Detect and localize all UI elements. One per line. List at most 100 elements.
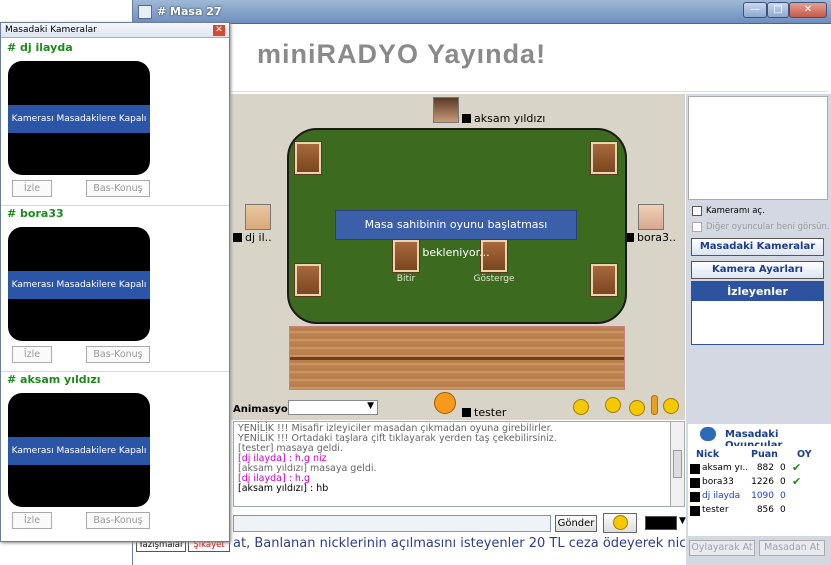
text-color-swatch[interactable]	[645, 516, 677, 530]
player-avatar-top[interactable]	[433, 97, 459, 123]
announcement-ticker: at, Banlanan nicklerinin açılmasını iste…	[233, 536, 685, 551]
banner-text: miniRADYO Yayında!	[257, 39, 547, 69]
watchers-list[interactable]: İzleyenler	[691, 281, 824, 345]
tile-top-right[interactable]	[590, 141, 618, 175]
chat-line: [aksam yıldızı] : hb	[238, 483, 329, 494]
camera-section: # aksam yıldızı Kamerası Masadakilere Ka…	[4, 373, 226, 539]
push-to-talk-button[interactable]: Bas-Konuş	[86, 512, 150, 529]
play-area: aksam yıldızı dj il.. bora3.. Bitir Göst…	[231, 94, 685, 420]
hand-emoji-icon[interactable]	[663, 398, 679, 414]
chevron-down-icon[interactable]: ▼	[679, 516, 686, 526]
col-oy: OY	[797, 449, 812, 460]
window-title: # Masa 27	[157, 5, 222, 18]
tile-rack[interactable]	[289, 326, 625, 390]
player-avatar-left[interactable]	[245, 204, 271, 230]
camera-view: Kamerası Masadakilere Kapalı	[8, 227, 150, 341]
tile-bottom-right[interactable]	[590, 263, 618, 297]
bitir-label: Bitir	[396, 274, 416, 284]
animation-select[interactable]: ▼	[288, 400, 378, 415]
radio-banner: miniRADYO Yayında!	[231, 26, 828, 92]
camera-view: Kamerası Masadakilere Kapalı	[8, 393, 150, 507]
col-puan: Puan	[751, 449, 778, 460]
chat-input[interactable]	[233, 515, 551, 532]
player-avatar-right[interactable]	[638, 204, 664, 230]
right-panel: Kameramı aç. Diğer oyuncular beni görsün…	[686, 94, 831, 565]
scroll-thumb[interactable]	[673, 450, 682, 478]
col-nick: Nick	[696, 449, 720, 460]
cameras-panel-title: Masadaki Kameralar	[5, 25, 97, 35]
waiting-message: Masa sahibinin oyunu başlatması bekleniy…	[335, 210, 577, 259]
kick-button[interactable]: Masadan At	[759, 540, 825, 556]
gosterge-label: Gösterge	[473, 274, 515, 284]
tall-emoji-icon[interactable]	[651, 395, 658, 415]
camera-section: # bora33 Kamerası Masadakilere Kapalı İz…	[4, 207, 226, 373]
camera-settings-button[interactable]: Kamera Ayarları	[691, 261, 824, 279]
rack-divider	[290, 357, 624, 360]
player-status-icon	[462, 408, 471, 417]
player-name-top: aksam yıldızı	[462, 112, 545, 125]
push-to-talk-button[interactable]: Bas-Konuş	[86, 346, 150, 363]
chat-log[interactable]: YENİLİK !!! Misafir izleyiciler masadan …	[233, 421, 671, 507]
screen: # Masa 27 — □ ✕ miniRADYO Yayında! aksam…	[0, 0, 831, 565]
camera-status: Kamerası Masadakilere Kapalı	[8, 437, 150, 465]
emoji-picker-button[interactable]	[603, 513, 637, 533]
camera-user-name: # bora33	[7, 207, 64, 220]
own-camera-view	[688, 96, 828, 200]
chevron-down-icon: ▼	[367, 401, 374, 411]
player-avatar-bottom[interactable]	[434, 392, 456, 414]
smiley-icon	[613, 515, 628, 530]
camera-status: Kamerası Masadakilere Kapalı	[8, 105, 150, 133]
player-status-icon	[690, 464, 700, 474]
players-header: Masadaki Oyuncular	[688, 424, 831, 451]
player-row[interactable]: aksam yı... 882 0 ✔	[688, 461, 831, 476]
divider	[1, 371, 229, 372]
player-name-left: dj il..	[233, 231, 272, 244]
push-to-talk-button[interactable]: Bas-Konuş	[86, 180, 150, 197]
game-window: # Masa 27 — □ ✕ miniRADYO Yayında! aksam…	[132, 0, 831, 565]
camera-view: Kamerası Masadakilere Kapalı	[8, 61, 150, 175]
player-status-icon	[233, 233, 242, 242]
app-icon	[138, 5, 152, 19]
divider	[1, 205, 229, 206]
send-button[interactable]: Gönder	[555, 515, 597, 532]
player-status-icon	[690, 478, 700, 488]
player-row[interactable]: bora33 1226 0 ✔	[688, 475, 831, 490]
watch-button[interactable]: İzle	[12, 512, 52, 529]
minimize-button[interactable]: —	[743, 2, 767, 18]
animation-label: Animasyon	[233, 404, 295, 415]
player-row[interactable]: dj ilayda 1090 0	[688, 491, 831, 504]
check-icon: ✔	[792, 475, 802, 488]
camera-user-name: # dj ilayda	[7, 41, 73, 54]
watch-button[interactable]: İzle	[12, 346, 52, 363]
tile-bottom-left[interactable]	[294, 263, 322, 297]
player-status-icon	[462, 114, 471, 123]
camera-status: Kamerası Masadakilere Kapalı	[8, 271, 150, 299]
close-button[interactable]: ✕	[789, 2, 827, 18]
player-status-icon	[690, 506, 700, 516]
table-cameras-panel: Masadaki Kameralar ✕ # dj ilayda Kameras…	[0, 22, 230, 542]
title-bar[interactable]: # Masa 27 — □ ✕	[133, 0, 831, 24]
player-name-right: bora3..	[625, 231, 676, 244]
player-row[interactable]: tester 856 0	[688, 505, 831, 518]
camera-section: # dj ilayda Kamerası Masadakilere Kapalı…	[4, 41, 226, 207]
camera-on-checkbox[interactable]	[692, 206, 702, 216]
others-see-checkbox[interactable]	[692, 222, 702, 232]
vote-kick-button[interactable]: Oylayarak At	[689, 540, 755, 556]
chat-scrollbar[interactable]	[670, 421, 685, 507]
player-name-bottom: tester	[462, 406, 506, 419]
maximize-button[interactable]: □	[767, 2, 789, 18]
tile-top-left[interactable]	[294, 141, 322, 175]
watch-button[interactable]: İzle	[12, 180, 52, 197]
users-icon	[700, 427, 716, 441]
sleepy-emoji-icon[interactable]	[573, 399, 589, 415]
cameras-panel-titlebar[interactable]: Masadaki Kameralar ✕	[1, 23, 229, 38]
others-see-label: Diğer oyuncular beni görsün.	[706, 222, 830, 232]
wink-emoji-icon[interactable]	[629, 400, 645, 416]
close-icon[interactable]: ✕	[213, 25, 225, 36]
players-table: Nick Puan OY aksam yı... 882 0 ✔ bora33 …	[688, 446, 831, 536]
group-emoji-icon[interactable]	[605, 397, 621, 413]
table-cameras-button[interactable]: Masadaki Kameralar	[691, 238, 824, 256]
check-icon: ✔	[792, 461, 802, 474]
camera-user-name: # aksam yıldızı	[7, 373, 101, 386]
tile-bitir[interactable]	[392, 239, 420, 273]
